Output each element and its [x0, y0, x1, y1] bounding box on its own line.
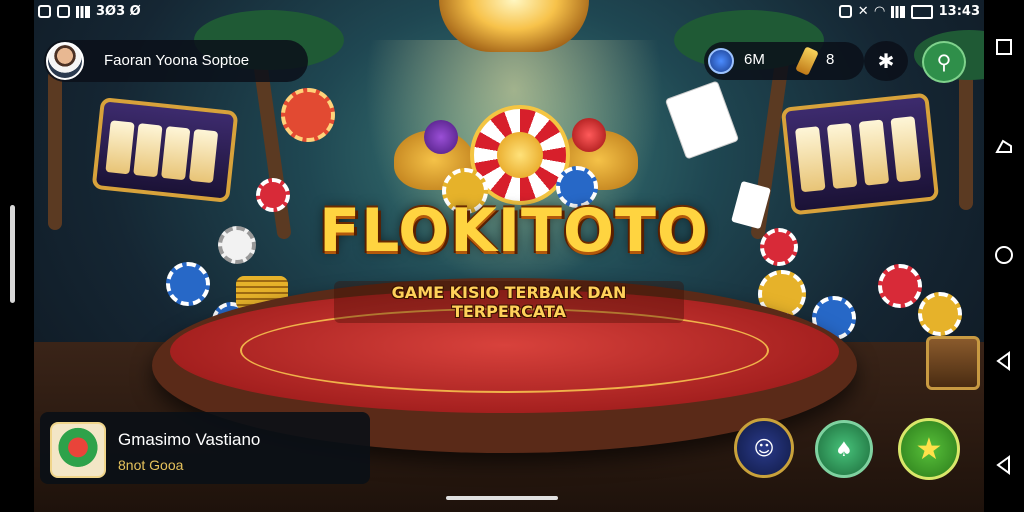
game-card-subtitle: 8not Gooa [118, 457, 184, 473]
game-thumbnail [50, 422, 106, 478]
grapes-icon [424, 120, 458, 154]
avatar[interactable] [46, 42, 84, 80]
floating-chip [918, 292, 962, 336]
emblem-button[interactable]: ♠ [815, 420, 873, 478]
side-drag-handle[interactable] [10, 205, 15, 303]
profile-name: Faoran Yoona Soptoe [104, 52, 250, 69]
currency-pill[interactable]: 6M 8 [704, 42, 864, 80]
character-avatar-icon: ☺ [753, 436, 775, 460]
status-left: 3Ø3 Ø [38, 4, 141, 19]
game-tagline: GAME KISIO TERBAIK DAN TERPERCATA [334, 281, 684, 323]
coin-balance: 6M [744, 51, 765, 68]
profile-pill[interactable]: Faoran Yoona Soptoe [44, 40, 308, 82]
game-card-title: Gmasimo Vastiano [118, 430, 261, 449]
status-bar: 3Ø3 Ø ✕ ◠ 13:43 [34, 0, 984, 26]
palm-trunk [959, 70, 973, 210]
signal-bars-icon [76, 5, 90, 18]
floating-chip [256, 178, 290, 212]
chip-stack-icon: ✱ [877, 49, 895, 73]
mute-icon: ✕ [857, 4, 869, 19]
wifi-icon: ◠ [874, 4, 885, 19]
status-right: ✕ ◠ 13:43 [838, 4, 980, 19]
clock: 13:43 [938, 4, 980, 19]
game-logo-title: FLOKITOTO [319, 196, 709, 266]
floating-chip [166, 262, 210, 306]
triangle-nav-icon[interactable] [993, 350, 1015, 372]
person-pin-icon: ⚲ [936, 50, 952, 74]
notification-icon [38, 5, 51, 18]
gem-balance: 8 [826, 51, 835, 68]
back-nav-icon[interactable] [993, 136, 1015, 158]
message-icon [838, 5, 852, 18]
floating-chip [218, 226, 256, 264]
triangle-nav-icon[interactable] [993, 454, 1015, 476]
status-left-text: 3Ø3 Ø [96, 4, 141, 19]
navigation-bar [984, 0, 1024, 512]
battery-icon [910, 4, 933, 19]
app-notification-icon [57, 5, 70, 18]
floating-chip [760, 228, 798, 266]
home-nav-icon[interactable] [993, 244, 1015, 266]
slot-machine-right [780, 92, 940, 216]
character-avatar-button[interactable]: ☺ [734, 418, 794, 478]
coin-icon [708, 48, 734, 74]
star-button[interactable]: ★ [898, 418, 960, 480]
home-indicator[interactable] [446, 496, 558, 500]
playing-card [664, 80, 740, 160]
square-nav-icon[interactable] [993, 36, 1015, 58]
treasure-chest [926, 336, 980, 390]
chip-stack-button[interactable]: ✱ [864, 41, 908, 81]
left-system-strip [0, 0, 34, 512]
slot-machine-left [91, 97, 239, 203]
cellular-icon [890, 5, 905, 18]
gem-icon [795, 46, 819, 76]
floating-chip [878, 264, 922, 308]
star-icon: ★ [915, 431, 943, 467]
palm-trunk [48, 70, 62, 230]
berries-icon [572, 118, 606, 152]
featured-game-card[interactable]: Gmasimo Vastiano 8not Gooa [40, 412, 370, 484]
profile-pin-button[interactable]: ⚲ [922, 41, 966, 83]
emblem-icon: ♠ [835, 437, 853, 461]
floating-chip [281, 88, 335, 142]
